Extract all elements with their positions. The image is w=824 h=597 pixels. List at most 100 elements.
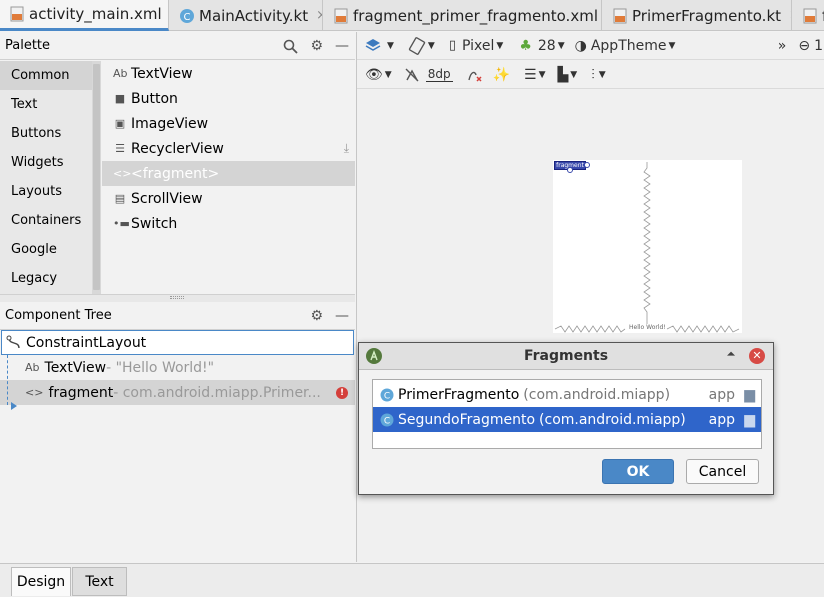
chevron-down-icon[interactable]: ▼ [668,41,675,51]
chevron-down-icon[interactable]: ▼ [539,70,546,80]
theme-icon: ◑ [574,37,587,54]
constraint-layout-icon [6,335,20,348]
close-icon[interactable]: × [789,8,791,23]
gear-icon[interactable]: ⚙ [310,308,323,324]
class-name: PrimerFragmento [398,386,520,403]
error-icon[interactable]: ! [336,386,348,399]
tree-node-constraintlayout[interactable]: ConstraintLayout [1,330,354,355]
guidelines-icon[interactable]: ⫶ [591,67,595,83]
theme-selector[interactable]: AppTheme [591,38,667,54]
layers-icon[interactable] [365,37,385,55]
scrollview-icon: ▤ [114,192,126,205]
download-icon[interactable]: ⤓ [344,141,349,156]
device-selector[interactable]: Pixel [462,38,494,54]
minimize-icon[interactable]: — [335,38,349,54]
tab-primerfragmento-kt[interactable]: PrimerFragmento.kt × [603,0,792,31]
widget-label: ImageView [131,115,209,132]
chevron-down-icon[interactable]: ▼ [428,41,435,51]
tab-label: PrimerFragmento.kt [632,6,782,25]
default-margin-selector[interactable]: 8dp [425,67,453,82]
hello-world-preview[interactable]: Hello World! [629,324,666,331]
dialog-titlebar[interactable]: Fragments ⏶ ✕ [359,343,773,370]
clear-constraints-icon[interactable] [467,67,483,83]
widget-label: Switch [131,215,178,232]
widget-label: ScrollView [131,190,203,207]
tab-label: MainActivity.kt [199,6,309,25]
category-layouts[interactable]: Layouts [0,177,100,206]
device-preview[interactable]: Hello World! [553,160,742,333]
kotlin-class-icon: C [380,413,394,426]
chevron-down-icon[interactable]: ▼ [570,70,577,80]
category-widgets[interactable]: Widgets [0,148,100,177]
category-legacy[interactable]: Legacy [0,264,100,293]
fragment-icon: <> [25,386,44,399]
dialog-title: Fragments [523,348,609,364]
widget-switch[interactable]: •▬ Switch [102,211,355,236]
fragment-class-list: C PrimerFragmento (com.android.miapp) ap… [372,379,762,449]
palette-panel: Palette ⚙ — Common Text Buttons Widgets … [0,32,355,294]
chevron-down-icon[interactable]: ▼ [387,41,394,51]
list-item-segundofragmento[interactable]: C SegundoFragmento (com.android.miapp) a… [373,407,761,432]
overflow-chevron-icon[interactable]: » [778,38,787,54]
constraint-handle-right[interactable] [584,162,590,168]
component-tree-header: Component Tree ⚙ — [0,302,355,330]
panel-splitter[interactable] [0,294,355,302]
category-google[interactable]: Google [0,235,100,264]
pack-icon[interactable]: ☰ [524,67,537,83]
infer-constraints-icon[interactable]: ✨ [493,67,510,83]
category-text[interactable]: Text [0,90,100,119]
close-icon[interactable]: × [316,8,322,23]
recyclerview-icon: ☰ [115,142,125,155]
chevron-down-icon[interactable]: ▼ [558,41,565,51]
maximize-icon[interactable]: ⏶ [727,349,735,360]
widget-recyclerview[interactable]: ☰ RecyclerView ⤓ [102,136,355,161]
category-common[interactable]: Common [0,61,100,90]
palette-categories: Common Text Buttons Widgets Layouts Cont… [0,61,101,294]
tab-mainactivity-kt[interactable]: C MainActivity.kt × [170,0,323,31]
drag-handle[interactable] [170,296,184,299]
zoom-out-icon[interactable]: ⊖ [798,38,810,54]
category-buttons[interactable]: Buttons [0,119,100,148]
folder-icon: ▆ [744,386,755,403]
textview-icon: Ab [25,361,40,374]
minimize-icon[interactable]: — [335,308,349,324]
widget-textview[interactable]: Ab TextView [102,61,355,86]
constraint-handle-bottom[interactable] [567,167,573,173]
tab-overflow[interactable]: f [793,0,824,31]
search-icon[interactable] [283,39,299,54]
component-tree-title: Component Tree [5,308,112,323]
tab-activity-main-xml[interactable]: activity_main.xml × [0,0,169,31]
tree-node-textview[interactable]: Ab TextView - "Hello World!" [0,355,355,380]
tab-text[interactable]: Text [72,567,127,596]
align-icon[interactable]: ▙ [558,67,569,83]
editor-tab-bar: activity_main.xml × C MainActivity.kt × … [0,0,824,31]
category-containers[interactable]: Containers [0,206,100,235]
autoconnect-off-icon[interactable] [404,67,420,83]
chevron-down-icon[interactable]: ▼ [599,70,606,80]
cancel-button[interactable]: Cancel [686,459,759,484]
button-icon: ■ [114,92,126,105]
api-level-selector[interactable]: 28 [538,38,556,54]
gear-icon[interactable]: ⚙ [310,38,323,54]
bottom-tab-bar: Design Text [0,563,824,597]
widget-fragment[interactable]: <> <fragment> [102,161,355,186]
widget-button[interactable]: ■ Button [102,86,355,111]
widget-label: RecyclerView [131,140,224,157]
categories-scrollbar-thumb[interactable] [93,64,100,290]
ok-button[interactable]: OK [602,459,674,484]
view-options-icon[interactable]: 👁 [365,67,383,83]
tab-design[interactable]: Design [11,567,71,596]
chevron-down-icon[interactable]: ▼ [385,70,392,80]
chevron-down-icon[interactable]: ▼ [496,41,503,51]
design-toolbar-bottom: 👁 ▼ 8dp ✨ ☰ ▼ ▙ ▼ ⫶ ▼ [357,61,824,89]
tab-fragment-primer-xml[interactable]: fragment_primer_fragmento.xml × [324,0,602,31]
tree-node-fragment[interactable]: <> fragment - com.android.miapp.Primer..… [0,380,355,405]
zoom-level: 1 [814,37,823,54]
widget-scrollview[interactable]: ▤ ScrollView [102,186,355,211]
list-item-primerfragmento[interactable]: C PrimerFragmento (com.android.miapp) ap… [373,382,761,407]
tab-label: fragment_primer_fragmento.xml [353,6,598,25]
close-icon[interactable]: ✕ [749,348,765,364]
tab-label: activity_main.xml [29,5,162,23]
orientation-icon[interactable] [408,36,426,55]
widget-imageview[interactable]: ▣ ImageView [102,111,355,136]
